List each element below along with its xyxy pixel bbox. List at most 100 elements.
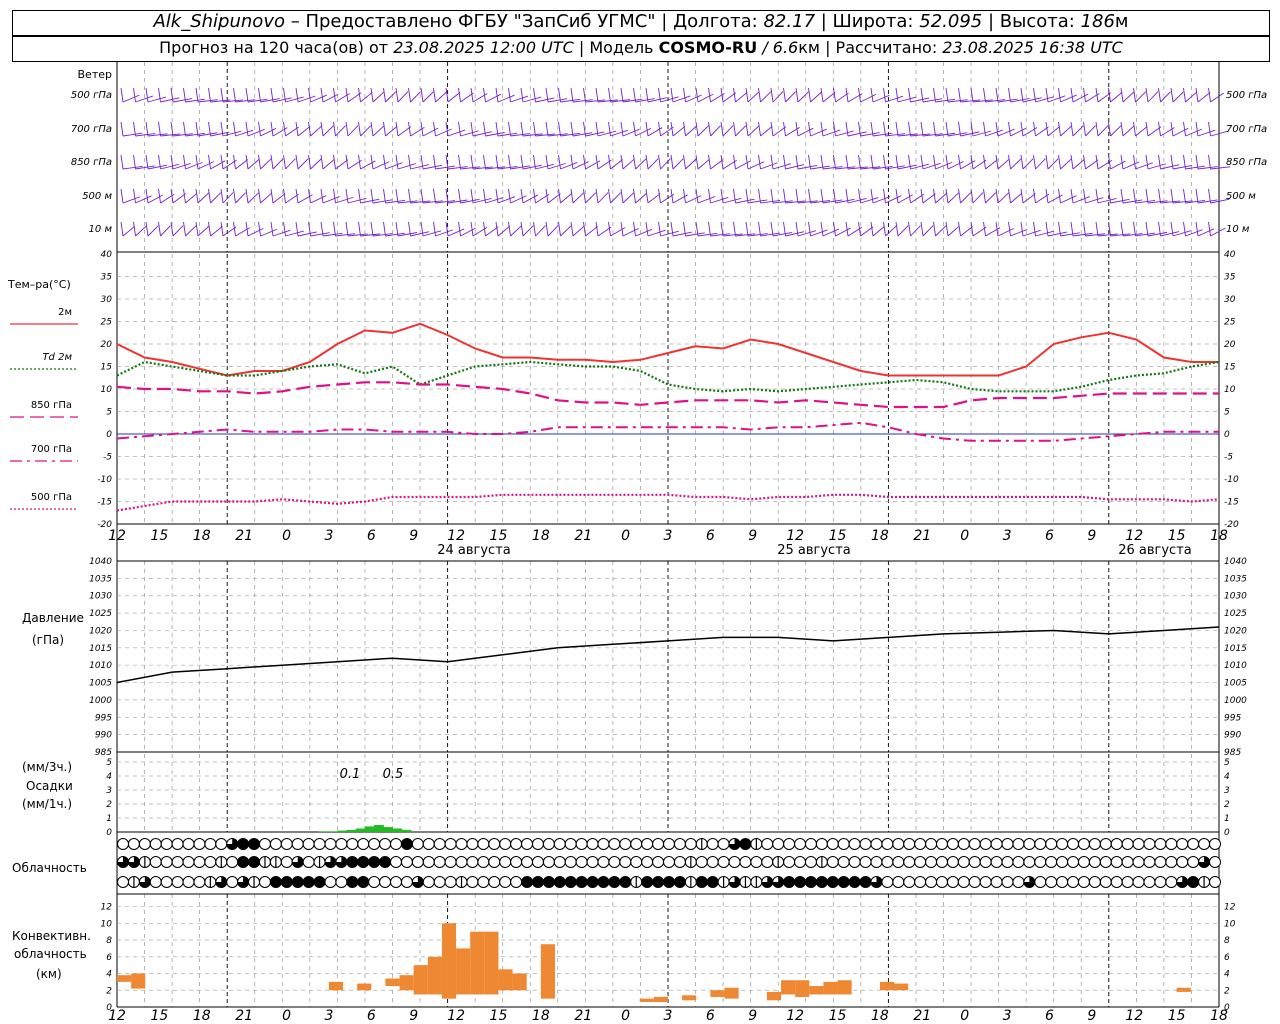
cloud-symbol: [772, 838, 785, 850]
wind-barb-flag: [370, 87, 374, 103]
cloud-symbol: [215, 838, 228, 850]
time-tick-label-bottom: 15: [1168, 1008, 1186, 1024]
wind-barb: [1010, 158, 1022, 170]
pressure-tick-left: 1010: [89, 661, 112, 671]
wind-barb-flag: [1195, 121, 1199, 137]
wind-barb-flag: [145, 87, 149, 103]
wind-barb: [672, 126, 686, 137]
wind-barb-flag: [520, 188, 524, 204]
wind-barb-flag: [745, 121, 749, 137]
cloud-symbol: [368, 876, 381, 888]
precip-tick-right: 2: [1224, 800, 1230, 810]
cloud-symbol: [1023, 838, 1036, 850]
time-tick-label: 0: [960, 528, 969, 544]
cloud-symbol: [608, 838, 621, 850]
cloud-symbol: [510, 838, 523, 850]
cloud-symbol: [1077, 876, 1090, 888]
cloud-overcast: [597, 876, 609, 888]
precip-bar: [392, 828, 403, 832]
time-tick-label: 6: [1045, 528, 1054, 544]
wind-barb-flag: [395, 121, 399, 137]
wind-barb: [860, 93, 877, 103]
wind-barb-flag: [558, 221, 561, 237]
cloud-symbol: [1121, 876, 1134, 888]
temp-tick-left: 10: [101, 385, 113, 395]
precip-tick-left: 1: [106, 814, 112, 824]
convective-bar: [1176, 987, 1191, 992]
wind-barb-flag: [858, 154, 861, 170]
wind-barb: [397, 126, 412, 137]
cloud-overcast: [805, 876, 817, 888]
convective-bar: [823, 981, 838, 995]
cloud-overcast: [292, 876, 304, 888]
cloud-symbol: [499, 856, 512, 868]
cloud-symbol: [193, 856, 206, 868]
wind-barb-flag: [208, 221, 211, 237]
cloud-symbol: [979, 838, 992, 850]
wind-barb: [810, 128, 827, 137]
wind-barb: [447, 92, 461, 103]
wind-barb-flag: [758, 87, 761, 103]
cloud-symbol: [466, 838, 479, 850]
wind-barb-flag: [920, 121, 924, 137]
wind-barb: [185, 225, 197, 237]
wind-barb-flag: [220, 87, 224, 103]
wind-barb-flag: [1045, 221, 1049, 237]
cloud-symbol: [1165, 856, 1178, 868]
wind-barb-flag: [683, 87, 686, 103]
wind-barb-flag: [808, 188, 811, 204]
wind-barb-flag: [358, 121, 361, 137]
cloud-overcast: [860, 876, 872, 888]
cloud-symbol: [149, 856, 162, 868]
time-tick-label: 18: [1210, 528, 1228, 544]
wind-barb-flag: [1183, 188, 1186, 204]
cloud-symbol: [586, 856, 599, 868]
wind-barb: [760, 125, 773, 137]
time-tick-label-bottom: 9: [409, 1008, 418, 1024]
wind-barb-flag: [333, 188, 336, 204]
wind-barb-flag: [1070, 188, 1074, 204]
wind-barb: [1060, 195, 1077, 204]
temp-tick-right: 30: [1224, 295, 1236, 305]
convective-bar: [484, 931, 499, 995]
time-tick-label: 12: [108, 528, 126, 544]
cloud-overcast: [696, 876, 708, 888]
convective-bar: [427, 956, 442, 995]
wind-barb-flag: [883, 87, 886, 103]
wind-barb-flag: [458, 221, 461, 237]
wind-barb: [210, 192, 222, 204]
wind-barb-flag: [258, 188, 261, 204]
cloud-symbol: [1143, 838, 1156, 850]
pressure-tick-right: 990: [1224, 731, 1241, 741]
wind-barb-flag: [295, 87, 299, 103]
precip-bar: [383, 827, 393, 832]
pressure-tick-right: 1020: [1224, 626, 1247, 636]
precip-bar: [337, 830, 348, 832]
wind-barb-flag: [820, 87, 824, 103]
wind-barb: [485, 226, 499, 237]
wind-barb: [172, 193, 186, 204]
wind-barb: [522, 225, 534, 237]
wind-barb: [435, 91, 447, 103]
wind-barb-flag: [945, 188, 949, 204]
wind-barb-flag: [358, 188, 361, 204]
wind-barb-flag: [733, 121, 736, 137]
cloud-symbol: [1132, 838, 1145, 850]
wind-barb: [985, 192, 996, 204]
cloud-symbol: [521, 838, 534, 850]
conv-tick-left: 4: [106, 970, 112, 980]
cloud-symbol: [575, 856, 588, 868]
wind-barb-flag: [495, 87, 499, 103]
wind-barb-flag: [520, 221, 524, 237]
time-tick-label: 15: [1168, 528, 1186, 544]
wind-barb-flag: [1095, 154, 1099, 170]
cloud-overcast: [816, 876, 828, 888]
precip-bar: [355, 828, 366, 832]
convective-bar: [385, 978, 400, 987]
wind-barb: [347, 125, 359, 137]
wind-barb-flag: [133, 188, 136, 204]
wind-barb-flag: [833, 121, 836, 137]
wind-barb: [922, 225, 934, 237]
cloud-symbol: [1154, 876, 1167, 888]
wind-barb-flag: [483, 154, 486, 170]
